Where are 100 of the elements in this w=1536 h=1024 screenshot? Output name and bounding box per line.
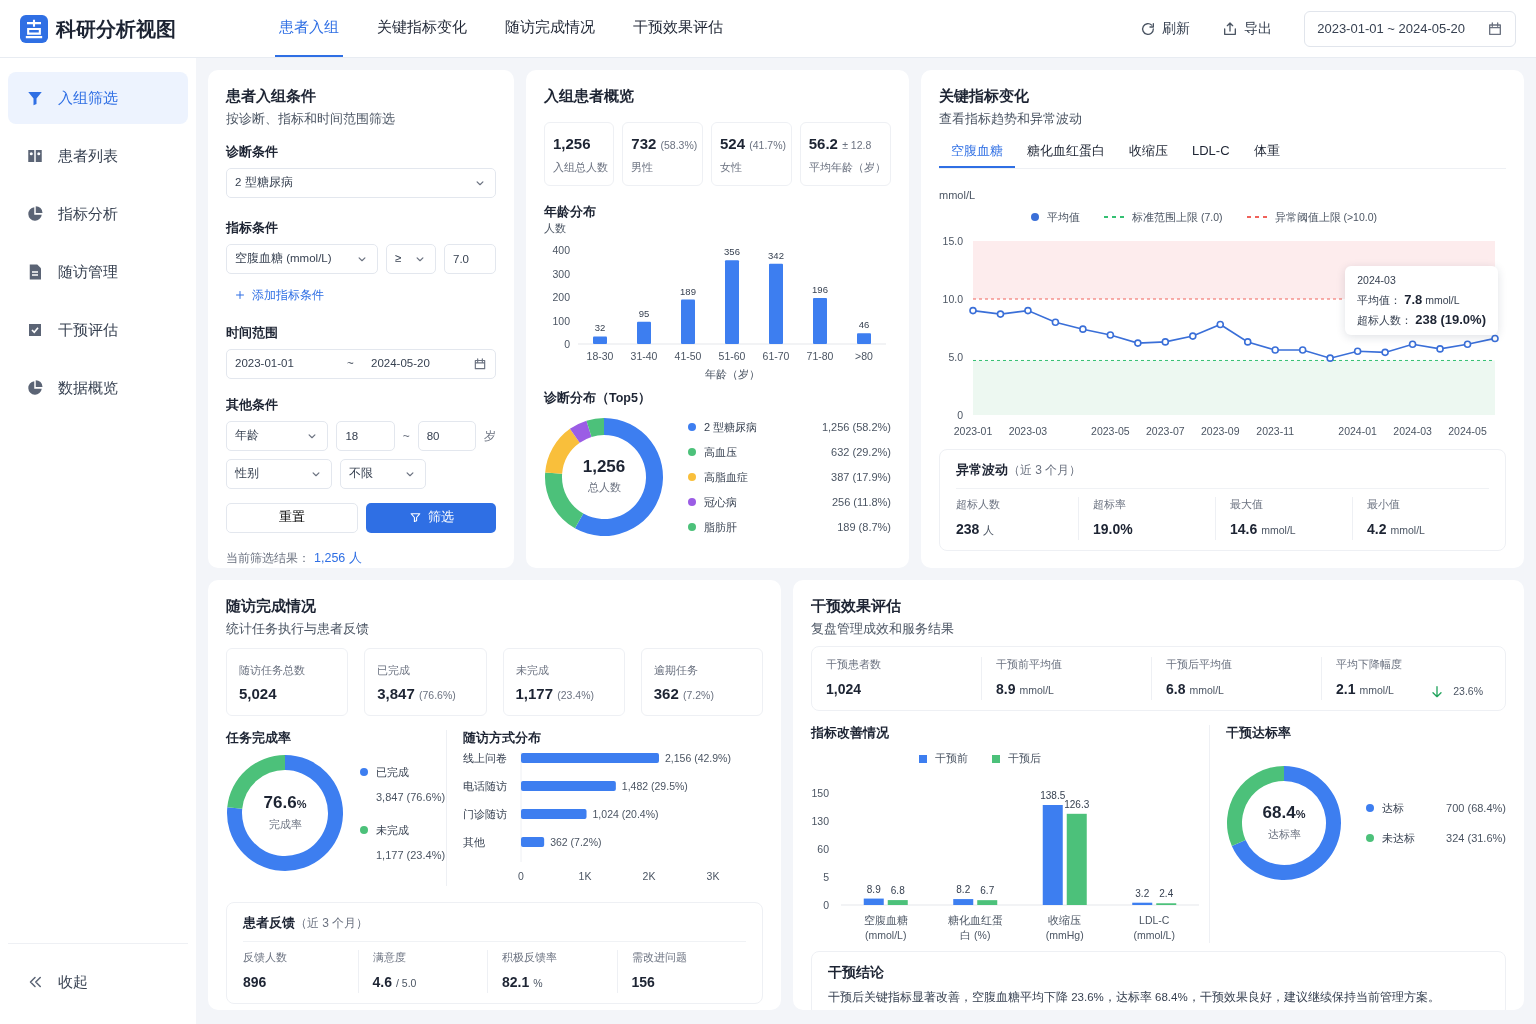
nav-tab[interactable]: 关键指标变化 bbox=[373, 0, 471, 57]
legend-label: 干预前 bbox=[935, 750, 968, 766]
tick-label: 2024-03 bbox=[1393, 425, 1432, 438]
metric-tab[interactable]: 空腹血糖 bbox=[939, 136, 1015, 168]
stat-label: 积极反馈率 bbox=[502, 949, 558, 965]
bar bbox=[681, 299, 695, 345]
center-value: 68.4% bbox=[1262, 802, 1306, 824]
center-label: 总人数 bbox=[587, 480, 621, 496]
stat-label: 需改进问题 bbox=[631, 949, 688, 965]
data-point bbox=[1271, 346, 1279, 355]
axis-label: LDL-C (mmol/L) bbox=[1132, 912, 1176, 943]
bar bbox=[813, 298, 827, 345]
legend-label: 高血压 bbox=[704, 444, 737, 460]
bar bbox=[977, 899, 998, 905]
sex-select[interactable]: 性别 bbox=[226, 458, 332, 489]
date-range-field[interactable]: 2023-01-01 ~ 2024-05-20 bbox=[1304, 10, 1516, 47]
sex-value-select[interactable]: 不限 bbox=[340, 458, 426, 489]
metric-tab[interactable]: 收缩压 bbox=[1117, 136, 1180, 168]
axis-label: 空腹血糖 (mmol/L) bbox=[862, 912, 909, 943]
date-range-field[interactable]: 2023-01-01 ~ 2024-05-20 bbox=[226, 348, 496, 379]
axis-label: 61-70 bbox=[762, 350, 790, 363]
export-button[interactable]: 导出 bbox=[1214, 14, 1281, 43]
stat-label: 最大值 bbox=[1230, 496, 1264, 512]
stat-label: 干预患者数 bbox=[826, 657, 882, 672]
add-condition-link[interactable]: 添加指标条件 bbox=[234, 286, 324, 304]
stat-value: 14.6 mmol/L bbox=[1230, 519, 1297, 539]
data-point bbox=[1216, 320, 1225, 329]
stat-label: 干预前平均值 bbox=[996, 657, 1063, 672]
sidebar-item[interactable]: 干预评估 bbox=[8, 304, 188, 356]
stat-value: 732 (58.3%) bbox=[631, 134, 695, 154]
operator-select[interactable]: ≥ bbox=[386, 244, 436, 274]
bar bbox=[857, 333, 871, 345]
stat-value: 5,024 bbox=[239, 683, 278, 704]
bar bbox=[637, 321, 651, 345]
metric-select[interactable]: 空腹血糖 (mmol/L) bbox=[226, 244, 378, 274]
nav-tab[interactable]: 随访完成情况 bbox=[501, 0, 599, 57]
tick-label: 200 bbox=[552, 291, 570, 304]
tick-label: 5.0 bbox=[948, 351, 963, 364]
collapse-button[interactable]: 收起 bbox=[8, 956, 188, 1008]
metric-tab[interactable]: LDL-C bbox=[1180, 136, 1242, 168]
stat-label: 女性 bbox=[720, 159, 744, 175]
panel-title: 干预效果评估 bbox=[811, 596, 902, 616]
refresh-button[interactable]: 刷新 bbox=[1132, 14, 1199, 43]
nav-tab[interactable]: 患者入组 bbox=[275, 0, 343, 57]
panel-title: 入组患者概览 bbox=[544, 86, 635, 106]
age-select[interactable]: 年龄 bbox=[226, 420, 329, 451]
tick-label: 10.0 bbox=[942, 293, 963, 306]
reset-button[interactable]: 重置 bbox=[226, 502, 358, 533]
tick-label: 2023-01 bbox=[953, 425, 993, 438]
bar bbox=[593, 336, 607, 345]
data-label: 95 bbox=[638, 307, 650, 319]
stat-value: 4.6 / 5.0 bbox=[372, 972, 418, 992]
data-point bbox=[1381, 348, 1389, 357]
tooltip-title: 2024-03 bbox=[1357, 273, 1397, 288]
section-title: 指标条件 bbox=[226, 220, 279, 236]
stat-label: 平均年龄（岁） bbox=[808, 159, 882, 175]
nav-tab[interactable]: 干预效果评估 bbox=[629, 0, 727, 57]
input-field[interactable]: 7.0 bbox=[444, 244, 496, 274]
stat-label: 最小值 bbox=[1367, 496, 1401, 512]
data-point bbox=[969, 307, 977, 315]
result-label: 当前筛选结果： bbox=[226, 549, 310, 567]
input-field[interactable]: 80 bbox=[417, 420, 476, 451]
metric-tab[interactable]: 糖化血红蛋白 bbox=[1015, 136, 1117, 168]
sidebar-item[interactable]: 指标分析 bbox=[8, 188, 188, 240]
data-label: 8.9 bbox=[866, 883, 881, 895]
filter-button[interactable]: 筛选 bbox=[366, 502, 496, 533]
input-field[interactable]: 18 bbox=[336, 420, 395, 451]
tick-label: 100 bbox=[552, 314, 570, 327]
tick-label: 2024-01 bbox=[1338, 425, 1377, 438]
data-label: 138.5 bbox=[1040, 789, 1066, 801]
axis-label: 线上问卷 bbox=[463, 752, 507, 765]
export-icon bbox=[1222, 20, 1239, 37]
stat-label: 已完成 bbox=[377, 663, 412, 678]
metric-tab[interactable]: 体重 bbox=[1241, 136, 1292, 168]
section-title: 指标改善情况 bbox=[811, 724, 890, 741]
bar bbox=[521, 809, 587, 820]
filter-icon bbox=[26, 89, 44, 107]
bar bbox=[1132, 902, 1153, 905]
legend-value: 324 (31.6%) bbox=[1446, 830, 1506, 846]
legend-value: 1,177 (23.4%) bbox=[376, 847, 446, 863]
diagnosis-select[interactable]: 2 型糖尿病 bbox=[226, 168, 496, 198]
legend-value: 256 (11.8%) bbox=[831, 494, 891, 510]
data-label: 3.2 bbox=[1135, 887, 1150, 899]
legend-value: 189 (8.7%) bbox=[837, 519, 891, 535]
logo-icon bbox=[20, 14, 48, 43]
stat-label: 男性 bbox=[631, 159, 655, 175]
data-label: 356 bbox=[724, 246, 740, 258]
axis-label: 41-50 bbox=[674, 350, 702, 363]
sidebar-item[interactable]: 数据概览 bbox=[8, 362, 188, 414]
tick-label: 1K bbox=[578, 870, 592, 883]
sidebar-item[interactable]: 患者列表 bbox=[8, 130, 188, 182]
sidebar-item[interactable]: 随访管理 bbox=[8, 246, 188, 298]
tick-label: 60 bbox=[817, 842, 829, 855]
sidebar-item[interactable]: 入组筛选 bbox=[8, 72, 188, 124]
data-point bbox=[1051, 318, 1060, 327]
stat-label: 入组总人数 bbox=[553, 159, 606, 175]
axis-label: 51-60 bbox=[718, 350, 746, 363]
legend-label: 未达标 bbox=[1382, 830, 1415, 846]
center-label: 完成率 bbox=[268, 817, 302, 833]
tick-label: 2023-05 bbox=[1091, 425, 1130, 438]
